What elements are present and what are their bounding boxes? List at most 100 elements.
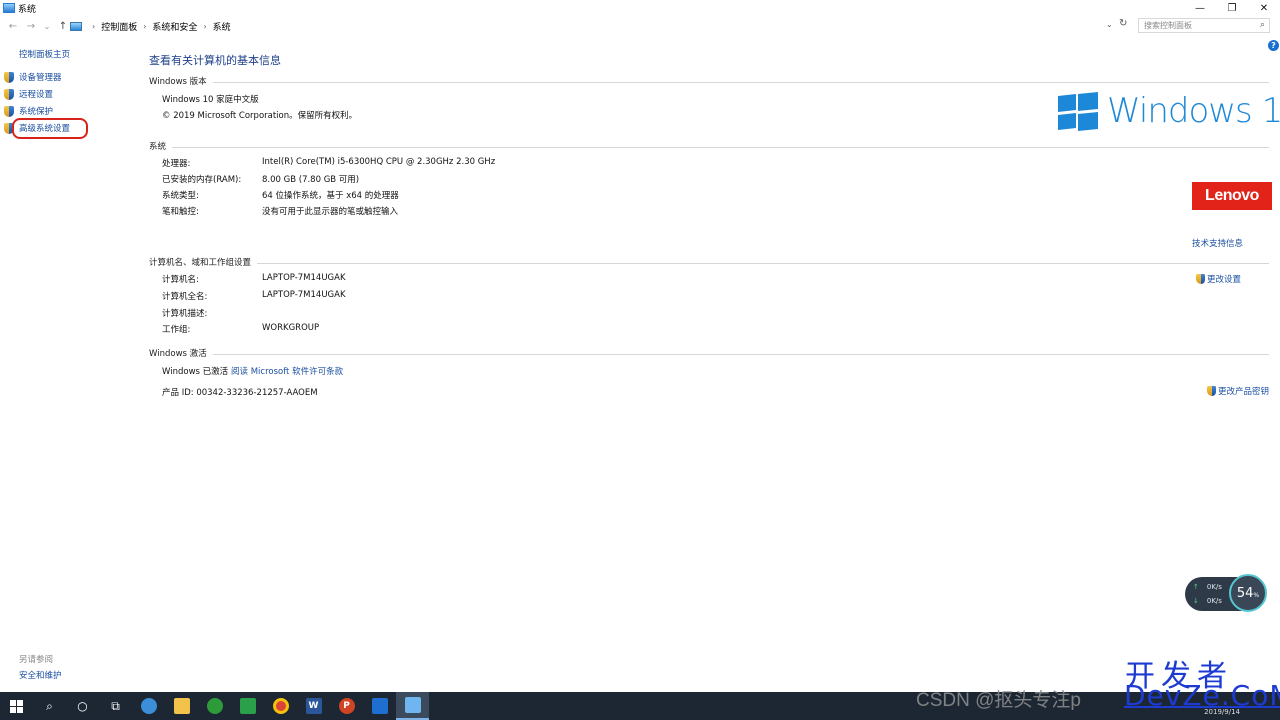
sidebar-item-label: 设备管理器 [19, 73, 62, 83]
address-dropdown-chevron-icon[interactable]: ⌄ [1106, 20, 1113, 29]
refresh-icon[interactable]: ↻ [1119, 18, 1127, 29]
section-system: 系统 [149, 140, 1269, 152]
search-icon[interactable]: ⌕ [1260, 20, 1265, 30]
section-heading: Windows 版本 [149, 77, 207, 87]
ie-browser-icon[interactable] [198, 692, 231, 720]
computer-description-label: 计算机描述: [162, 309, 208, 319]
sidebar-item-remote-settings[interactable]: 远程设置 [4, 88, 53, 100]
lenovo-logo: Lenovo [1192, 182, 1272, 210]
control-panel-icon [70, 21, 82, 31]
processor-label: 处理器: [162, 159, 191, 169]
maximize-button[interactable]: ❐ [1216, 0, 1248, 16]
taskbar-search-icon[interactable]: ⌕ [33, 692, 66, 720]
section-heading: Windows 激活 [149, 349, 207, 359]
forward-arrow-icon[interactable]: → [24, 21, 38, 32]
section-divider [212, 353, 1269, 355]
section-activation: Windows 激活 [149, 347, 1269, 359]
title-bar: 系统 — ❐ ✕ [0, 0, 1280, 16]
upload-rate-value: 0K/s [1206, 583, 1222, 591]
section-divider [212, 81, 1269, 83]
windows-logo-icon [1058, 91, 1098, 132]
search-placeholder: 搜索控制面板 [1144, 21, 1192, 30]
section-divider [172, 146, 1269, 148]
download-arrow-icon: ↓ [1193, 597, 1199, 605]
full-computer-name-label: 计算机全名: [162, 292, 208, 302]
windows-start-icon [10, 699, 23, 713]
section-windows-edition: Windows 版本 [149, 75, 1269, 87]
breadcrumb-control-panel[interactable]: 控制面板 [101, 20, 137, 33]
page-title: 查看有关计算机的基本信息 [149, 54, 281, 67]
sidebar-home-link[interactable]: 控制面板主页 [19, 48, 70, 60]
sidebar-item-label: 远程设置 [19, 90, 54, 100]
uac-shield-icon [1196, 274, 1205, 284]
window-controls: — ❐ ✕ [1184, 0, 1280, 16]
security-shield-icon[interactable] [363, 692, 396, 720]
window-title: 系统 [18, 4, 37, 15]
task-view-icon[interactable]: ⧉ [99, 692, 132, 720]
breadcrumb-separator-icon[interactable]: › [203, 22, 206, 31]
uac-shield-icon [1207, 386, 1216, 396]
navigation-bar: ← → ⌄ ↑ › 控制面板 › 系统和安全 › 系统 [0, 17, 1280, 35]
help-icon[interactable]: ? [1268, 40, 1279, 51]
breadcrumb-system-security[interactable]: 系统和安全 [152, 20, 197, 33]
breadcrumb-separator-icon[interactable]: › [143, 22, 146, 31]
taskbar: ⌕ ○ ⧉ W P 2019/9/14 [0, 692, 1280, 720]
processor-value: Intel(R) Core(TM) i5-6300HQ CPU @ 2.30GH… [262, 157, 496, 167]
close-button[interactable]: ✕ [1248, 0, 1280, 16]
file-explorer-icon[interactable] [165, 692, 198, 720]
security-maintenance-link[interactable]: 安全和维护 [19, 669, 62, 681]
download-rate: ↓ 0K/s [1193, 597, 1222, 605]
ram-value: 8.00 GB (7.80 GB 可用) [262, 175, 360, 185]
section-divider [257, 262, 1269, 264]
full-computer-name-value: LAPTOP-7M14UGAK [262, 290, 346, 300]
sidebar-item-device-manager[interactable]: 设备管理器 [4, 71, 62, 83]
support-info-link[interactable]: 技术支持信息 [1192, 237, 1243, 249]
upload-rate: ↑ 0K/s [1193, 583, 1222, 591]
devze-watermark-bottom: DevZe.CoM [1124, 679, 1280, 712]
cortana-icon[interactable]: ○ [66, 692, 99, 720]
word-icon[interactable]: W [297, 692, 330, 720]
network-speed-widget[interactable]: ↑ 0K/s ↓ 0K/s 54% [1185, 574, 1267, 612]
change-settings-link[interactable]: 更改设置 [1196, 273, 1241, 285]
breadcrumb-system[interactable]: 系统 [213, 20, 231, 33]
license-terms-link[interactable]: 阅读 Microsoft 软件许可条款 [231, 365, 343, 377]
workgroup-label: 工作组: [162, 325, 191, 335]
recent-locations-chevron-icon[interactable]: ⌄ [40, 22, 54, 31]
usage-percent: 54 [1236, 585, 1254, 601]
uac-shield-icon [4, 71, 14, 83]
change-product-key-link[interactable]: 更改产品密钥 [1207, 385, 1269, 397]
back-arrow-icon[interactable]: ← [6, 21, 20, 32]
workgroup-value: WORKGROUP [262, 323, 320, 333]
chrome-icon[interactable] [264, 692, 297, 720]
system-type-value: 64 位操作系统，基于 x64 的处理器 [262, 191, 399, 201]
breadcrumb-separator-icon: › [92, 21, 96, 31]
usage-percent-unit: % [1253, 592, 1260, 599]
section-heading: 系统 [149, 142, 167, 152]
control-panel-taskbar-icon[interactable] [396, 692, 429, 720]
minimize-button[interactable]: — [1184, 0, 1216, 16]
powerpoint-icon[interactable]: P [330, 692, 363, 720]
pen-touch-label: 笔和触控: [162, 207, 199, 217]
uac-shield-icon [4, 105, 14, 117]
browser-cloud-icon[interactable] [132, 692, 165, 720]
start-button[interactable] [0, 692, 33, 720]
up-arrow-icon[interactable]: ↑ [56, 21, 70, 32]
search-input[interactable]: 搜索控制面板 ⌕ [1138, 18, 1270, 33]
download-rate-value: 0K/s [1206, 597, 1222, 605]
product-id: 产品 ID: 00342-33236-21257-AAOEM [162, 388, 318, 398]
activation-status: Windows 已激活 [162, 367, 229, 377]
sidebar-item-label: 系统保护 [19, 107, 54, 117]
app-green-icon[interactable] [231, 692, 264, 720]
system-type-label: 系统类型: [162, 191, 199, 201]
change-product-key-label: 更改产品密钥 [1218, 387, 1270, 397]
ram-label: 已安装的内存(RAM): [162, 175, 242, 185]
computer-name-value: LAPTOP-7M14UGAK [262, 273, 346, 283]
edition-copyright: © 2019 Microsoft Corporation。保留所有权利。 [162, 111, 358, 121]
usage-gauge: 54% [1229, 574, 1267, 612]
highlight-annotation [12, 118, 88, 139]
edition-name: Windows 10 家庭中文版 [162, 95, 259, 105]
upload-arrow-icon: ↑ [1193, 583, 1199, 591]
sidebar-item-system-protection[interactable]: 系统保护 [4, 105, 53, 117]
system-window-icon [3, 3, 15, 13]
address-bar[interactable]: › 控制面板 › 系统和安全 › 系统 [70, 18, 1118, 34]
